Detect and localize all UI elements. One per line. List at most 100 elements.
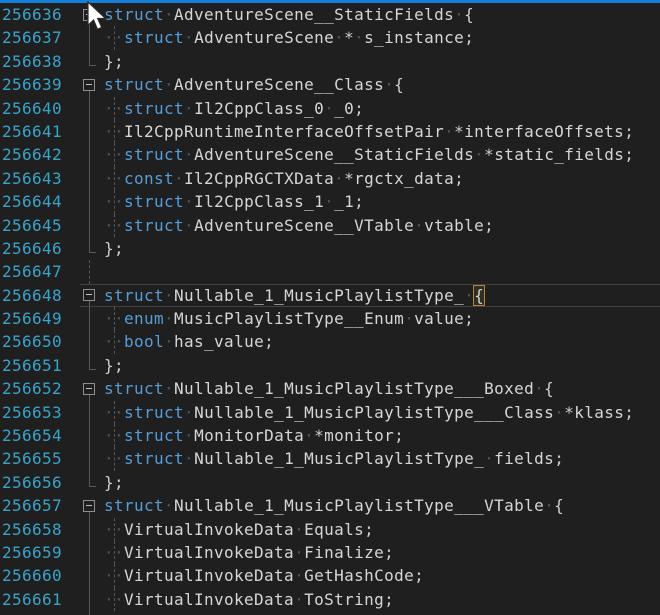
code-line-256660[interactable]: 256660 ··VirtualInvokeData·GetHashCode;: [0, 564, 660, 587]
line-number[interactable]: 256640: [2, 97, 62, 120]
line-number[interactable]: 256638: [2, 50, 62, 73]
line-number[interactable]: 256637: [2, 26, 62, 49]
line-number[interactable]: 256651: [2, 354, 62, 377]
code-text[interactable]: ··struct·AdventureScene__VTable·vtable;: [104, 214, 494, 237]
line-number[interactable]: 256656: [2, 471, 62, 494]
identifier-token: ToString: [304, 590, 384, 609]
code-line-256654[interactable]: 256654 ··struct·MonitorData·*monitor;: [0, 424, 660, 447]
fold-collapse-marker[interactable]: [83, 79, 95, 91]
whitespace-dots: ··: [104, 192, 124, 211]
code-line-256656[interactable]: 256656};: [0, 471, 660, 494]
code-line-256641[interactable]: 256641 ··Il2CppRuntimeInterfaceOffsetPair…: [0, 120, 660, 143]
code-line-256645[interactable]: 256645 ··struct·AdventureScene__VTable·vt…: [0, 214, 660, 237]
whitespace-dots: ·: [554, 403, 564, 422]
code-line-256644[interactable]: 256644 ··struct·Il2CppClass_1·_1;: [0, 190, 660, 213]
punctuation-token: ;: [454, 169, 464, 188]
code-text[interactable]: };: [104, 237, 124, 260]
line-number[interactable]: 256654: [2, 424, 62, 447]
code-text[interactable]: ··struct·Il2CppClass_0·_0;: [104, 97, 364, 120]
line-number[interactable]: 256652: [2, 377, 62, 400]
code-line-256650[interactable]: 256650 ··bool·has_value;: [0, 330, 660, 353]
code-line-256646[interactable]: 256646};: [0, 237, 660, 260]
code-line-256647[interactable]: 256647: [0, 260, 660, 283]
code-line-256652[interactable]: 256652 struct·Nullable_1_MusicPlaylistTyp…: [0, 377, 660, 400]
code-text[interactable]: struct·Nullable_1_MusicPlaylistType___VT…: [104, 494, 564, 517]
line-number[interactable]: 256646: [2, 237, 62, 260]
code-text[interactable]: struct·AdventureScene__StaticFields·{: [104, 3, 474, 26]
code-line-256651[interactable]: 256651};: [0, 354, 660, 377]
code-text[interactable]: ··VirtualInvokeData·GetHashCode;: [104, 564, 424, 587]
code-editor: 256636 struct·AdventureScene__StaticField…: [0, 0, 660, 615]
fold-collapse-marker[interactable]: [83, 289, 95, 301]
keyword-token: const: [124, 169, 174, 188]
code-text[interactable]: ··VirtualInvokeData·Equals;: [104, 518, 374, 541]
code-text[interactable]: ··struct·Nullable_1_MusicPlaylistType___…: [104, 401, 634, 424]
code-line-256640[interactable]: 256640 ··struct·Il2CppClass_0·_0;: [0, 97, 660, 120]
code-line-256639[interactable]: 256639 struct·AdventureScene__Class·{: [0, 73, 660, 96]
code-line-256659[interactable]: 256659 ··VirtualInvokeData·Finalize;: [0, 541, 660, 564]
line-number[interactable]: 256660: [2, 564, 62, 587]
code-line-256649[interactable]: 256649 ··enum·MusicPlaylistType__Enum·val…: [0, 307, 660, 330]
line-number[interactable]: 256647: [2, 260, 62, 283]
code-text[interactable]: struct·AdventureScene__Class·{: [104, 73, 404, 96]
keyword-token: struct: [104, 379, 164, 398]
line-number[interactable]: 256641: [2, 120, 62, 143]
code-line-256648[interactable]: 256648struct·Nullable_1_MusicPlaylistTyp…: [0, 284, 660, 307]
line-number[interactable]: 256659: [2, 541, 62, 564]
line-number[interactable]: 256644: [2, 190, 62, 213]
code-text[interactable]: struct·Nullable_1_MusicPlaylistType___Bo…: [104, 377, 554, 400]
code-text[interactable]: ··bool·has_value;: [104, 330, 274, 353]
line-number[interactable]: 256657: [2, 494, 62, 517]
fold-collapse-marker[interactable]: [83, 500, 95, 512]
punctuation-token: ;: [554, 449, 564, 468]
code-text[interactable]: };: [104, 471, 124, 494]
code-line-256662[interactable]: 256662};: [0, 611, 660, 615]
line-number[interactable]: 256653: [2, 401, 62, 424]
code-text[interactable]: ··VirtualInvokeData·ToString;: [104, 588, 394, 611]
code-text[interactable]: ··Il2CppRuntimeInterfaceOffsetPair·*inte…: [104, 120, 634, 143]
punctuation-token: {: [464, 5, 474, 24]
code-line-256653[interactable]: 256653 ··struct·Nullable_1_MusicPlaylistT…: [0, 401, 660, 424]
code-text[interactable]: ··struct·MonitorData·*monitor;: [104, 424, 404, 447]
line-number[interactable]: 256655: [2, 447, 62, 470]
code-line-256643[interactable]: 256643 ··const·Il2CppRGCTXData·*rgctx_dat…: [0, 167, 660, 190]
code-line-256661[interactable]: 256661 ··VirtualInvokeData·ToString;: [0, 588, 660, 611]
whitespace-dots: ··: [104, 403, 124, 422]
line-number[interactable]: 256649: [2, 307, 62, 330]
line-number[interactable]: 256645: [2, 214, 62, 237]
code-line-256642[interactable]: 256642 ··struct·AdventureScene__StaticFie…: [0, 143, 660, 166]
code-line-256657[interactable]: 256657 struct·Nullable_1_MusicPlaylistTyp…: [0, 494, 660, 517]
fold-collapse-marker[interactable]: [83, 9, 95, 21]
code-text[interactable]: };: [104, 354, 124, 377]
code-text[interactable]: ··enum·MusicPlaylistType__Enum·value;: [104, 307, 474, 330]
line-number[interactable]: 256650: [2, 330, 62, 353]
code-line-256637[interactable]: 256637 ··struct·AdventureScene·*·s_instan…: [0, 26, 660, 49]
code-text[interactable]: ··struct·AdventureScene·*·s_instance;: [104, 26, 474, 49]
current-line-highlight: [80, 284, 660, 307]
line-number[interactable]: 256648: [2, 284, 62, 307]
code-line-256636[interactable]: 256636 struct·AdventureScene__StaticField…: [0, 3, 660, 26]
line-number[interactable]: 256643: [2, 167, 62, 190]
code-text[interactable]: };: [104, 611, 124, 615]
code-line-256638[interactable]: 256638};: [0, 50, 660, 73]
line-number[interactable]: 256661: [2, 588, 62, 611]
code-line-256658[interactable]: 256658 ··VirtualInvokeData·Equals;: [0, 518, 660, 541]
line-number[interactable]: 256639: [2, 73, 62, 96]
code-line-256655[interactable]: 256655 ··struct·Nullable_1_MusicPlaylistT…: [0, 447, 660, 470]
code-text[interactable]: ··VirtualInvokeData·Finalize;: [104, 541, 394, 564]
identifier-token: AdventureScene__Class: [174, 75, 384, 94]
code-text[interactable]: ··struct·Nullable_1_MusicPlaylistType_·f…: [104, 447, 564, 470]
fold-collapse-marker[interactable]: [83, 383, 95, 395]
code-text[interactable]: ··const·Il2CppRGCTXData·*rgctx_data;: [104, 167, 464, 190]
identifier-token: _1: [334, 192, 354, 211]
whitespace-dots: ·: [354, 28, 364, 47]
line-number[interactable]: 256662: [2, 611, 62, 615]
whitespace-dots: ·: [474, 145, 484, 164]
line-number[interactable]: 256636: [2, 3, 62, 26]
line-number[interactable]: 256658: [2, 518, 62, 541]
code-text[interactable]: ··struct·Il2CppClass_1·_1;: [104, 190, 364, 213]
code-text[interactable]: };: [104, 50, 124, 73]
line-number[interactable]: 256642: [2, 143, 62, 166]
identifier-token: Il2CppRuntimeInterfaceOffsetPair: [124, 122, 444, 141]
code-text[interactable]: ··struct·AdventureScene__StaticFields·*s…: [104, 143, 634, 166]
